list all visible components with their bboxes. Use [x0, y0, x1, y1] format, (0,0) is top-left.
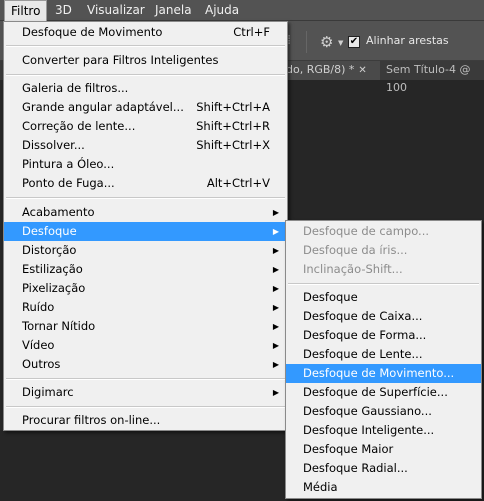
divider [306, 31, 307, 53]
submenu-item-field-blur: Desfoque de campo... [303, 224, 430, 238]
submenu-item-shape-blur[interactable]: Desfoque de Forma... [286, 326, 481, 345]
chevron-down-icon[interactable]: ▼ [338, 39, 343, 47]
menu-item-liquify[interactable]: Dissolver... Shift+Ctrl+X [4, 136, 287, 155]
menu-item-tornar-nitido[interactable]: Tornar Nítido ▶ [4, 317, 287, 336]
menu-item-label: Correção de lente... [22, 119, 136, 133]
menu-item-label: Ruído [22, 300, 55, 314]
shortcut: Alt+Ctrl+V [206, 176, 270, 190]
chevron-right-icon: ▶ [272, 388, 279, 397]
chevron-right-icon: ▶ [272, 246, 279, 255]
gear-icon[interactable]: ⚙ [320, 34, 336, 50]
divider [288, 283, 479, 285]
menu-item-label: Galeria de filtros... [22, 81, 129, 95]
menu-item-label: Converter para Filtros Inteligentes [22, 53, 219, 67]
menu-item-browse-online[interactable]: Procurar filtros on-line... [4, 411, 287, 430]
shortcut: Shift+Ctrl+X [196, 138, 270, 152]
divider [6, 406, 285, 408]
divider [6, 45, 285, 47]
submenu-item-motion-blur[interactable]: Desfoque de Movimento... [286, 364, 481, 383]
tab-document-1[interactable]: do, RGB/8) * ✕ [280, 61, 380, 80]
menu-item-label: Estilização [22, 262, 83, 276]
align-edges-label: Alinhar arestas [366, 34, 449, 47]
menu-item-last-filter[interactable]: Desfoque de Movimento Ctrl+F [4, 23, 287, 42]
chevron-right-icon: ▶ [272, 360, 279, 369]
tab-label: do, RGB/8) * [286, 63, 355, 76]
panel-grip-icon: ⁞ [287, 33, 292, 48]
divider [6, 197, 285, 199]
menu-item-digimarc[interactable]: Digimarc ▶ [4, 383, 287, 402]
menu-item-acabamento[interactable]: Acabamento ▶ [4, 203, 287, 222]
chevron-right-icon: ▶ [272, 227, 279, 236]
divider [6, 378, 285, 380]
menu-item-video[interactable]: Vídeo ▶ [4, 336, 287, 355]
menu-3d[interactable]: 3D [49, 0, 78, 21]
submenu-item-smart-blur[interactable]: Desfoque Inteligente... [286, 421, 481, 440]
menu-item-label: Distorção [22, 243, 77, 257]
menu-item-estilizacao[interactable]: Estilização ▶ [4, 260, 287, 279]
menu-visualizar[interactable]: Visualizar [81, 0, 151, 21]
menu-item-label: Procurar filtros on-line... [22, 413, 161, 427]
close-icon[interactable]: ✕ [358, 65, 366, 76]
chevron-right-icon: ▶ [272, 341, 279, 350]
submenu-item-surface-blur[interactable]: Desfoque de Superfície... [286, 383, 481, 402]
submenu-item-blur[interactable]: Desfoque [286, 288, 481, 307]
menu-item-label: Pintura a Óleo... [22, 157, 115, 171]
menu-item-filter-gallery[interactable]: Galeria de filtros... [4, 79, 287, 98]
divider [6, 74, 285, 76]
menu-item-desfoque[interactable]: Desfoque ▶ [4, 222, 287, 241]
menu-item-label: Desfoque de Movimento [22, 25, 163, 39]
menubar: Filtro 3D Visualizar Janela Ajuda [0, 0, 484, 21]
menu-item-outros[interactable]: Outros ▶ [4, 355, 287, 374]
blur-submenu: Desfoque de campo... Desfoque da íris...… [285, 220, 482, 499]
menu-item-pixelizacao[interactable]: Pixelização ▶ [4, 279, 287, 298]
chevron-right-icon: ▶ [272, 303, 279, 312]
submenu-item-blur-more[interactable]: Desfoque Maior [286, 440, 481, 459]
menu-filtro[interactable]: Filtro [4, 0, 48, 21]
menu-item-vanishing-point[interactable]: Ponto de Fuga... Alt+Ctrl+V [4, 174, 287, 193]
submenu-item-box-blur[interactable]: Desfoque de Caixa... [286, 307, 481, 326]
shortcut: Shift+Ctrl+R [196, 119, 270, 133]
tab-label: Sem Título-4 @ 100 [386, 63, 471, 94]
menu-janela[interactable]: Janela [149, 0, 198, 21]
shortcut: Shift+Ctrl+A [196, 100, 270, 114]
align-edges-checkbox[interactable]: ✔ [348, 36, 360, 48]
menu-item-label: Dissolver... [22, 138, 85, 152]
chevron-right-icon: ▶ [272, 322, 279, 331]
shortcut: Ctrl+F [233, 25, 270, 39]
chevron-right-icon: ▶ [272, 284, 279, 293]
menu-item-lens-correction[interactable]: Correção de lente... Shift+Ctrl+R [4, 117, 287, 136]
menu-item-adaptive-wide-angle[interactable]: Grande angular adaptável... Shift+Ctrl+A [4, 98, 287, 117]
menu-item-label: Desfoque [22, 224, 77, 238]
chevron-right-icon: ▶ [272, 265, 279, 274]
chevron-right-icon: ▶ [272, 208, 279, 217]
submenu-item-gaussian-blur[interactable]: Desfoque Gaussiano... [286, 402, 481, 421]
menu-item-label: Pixelização [22, 281, 86, 295]
tab-document-2[interactable]: Sem Título-4 @ 100 [380, 61, 484, 94]
menu-item-convert-smart[interactable]: Converter para Filtros Inteligentes [4, 51, 287, 70]
filter-menu: Desfoque de Movimento Ctrl+F Converter p… [3, 21, 288, 431]
menu-item-label: Tornar Nítido [22, 319, 96, 333]
submenu-item-tilt-shift: Inclinação-Shift... [303, 262, 403, 276]
menu-item-distorcao[interactable]: Distorção ▶ [4, 241, 287, 260]
menu-item-ruido[interactable]: Ruído ▶ [4, 298, 287, 317]
menu-item-label: Vídeo [22, 338, 55, 352]
menu-item-oil-paint[interactable]: Pintura a Óleo... [4, 155, 287, 174]
submenu-item-iris-blur: Desfoque da íris... [303, 243, 408, 257]
menu-item-label: Digimarc [22, 385, 74, 399]
submenu-item-average[interactable]: Média [286, 478, 481, 497]
menu-item-label: Acabamento [22, 205, 95, 219]
menu-item-label: Grande angular adaptável... [22, 100, 184, 114]
submenu-item-radial-blur[interactable]: Desfoque Radial... [286, 459, 481, 478]
menu-ajuda[interactable]: Ajuda [199, 0, 245, 21]
menu-item-label: Outros [22, 357, 61, 371]
submenu-item-lens-blur[interactable]: Desfoque de Lente... [286, 345, 481, 364]
menu-item-label: Ponto de Fuga... [22, 176, 115, 190]
